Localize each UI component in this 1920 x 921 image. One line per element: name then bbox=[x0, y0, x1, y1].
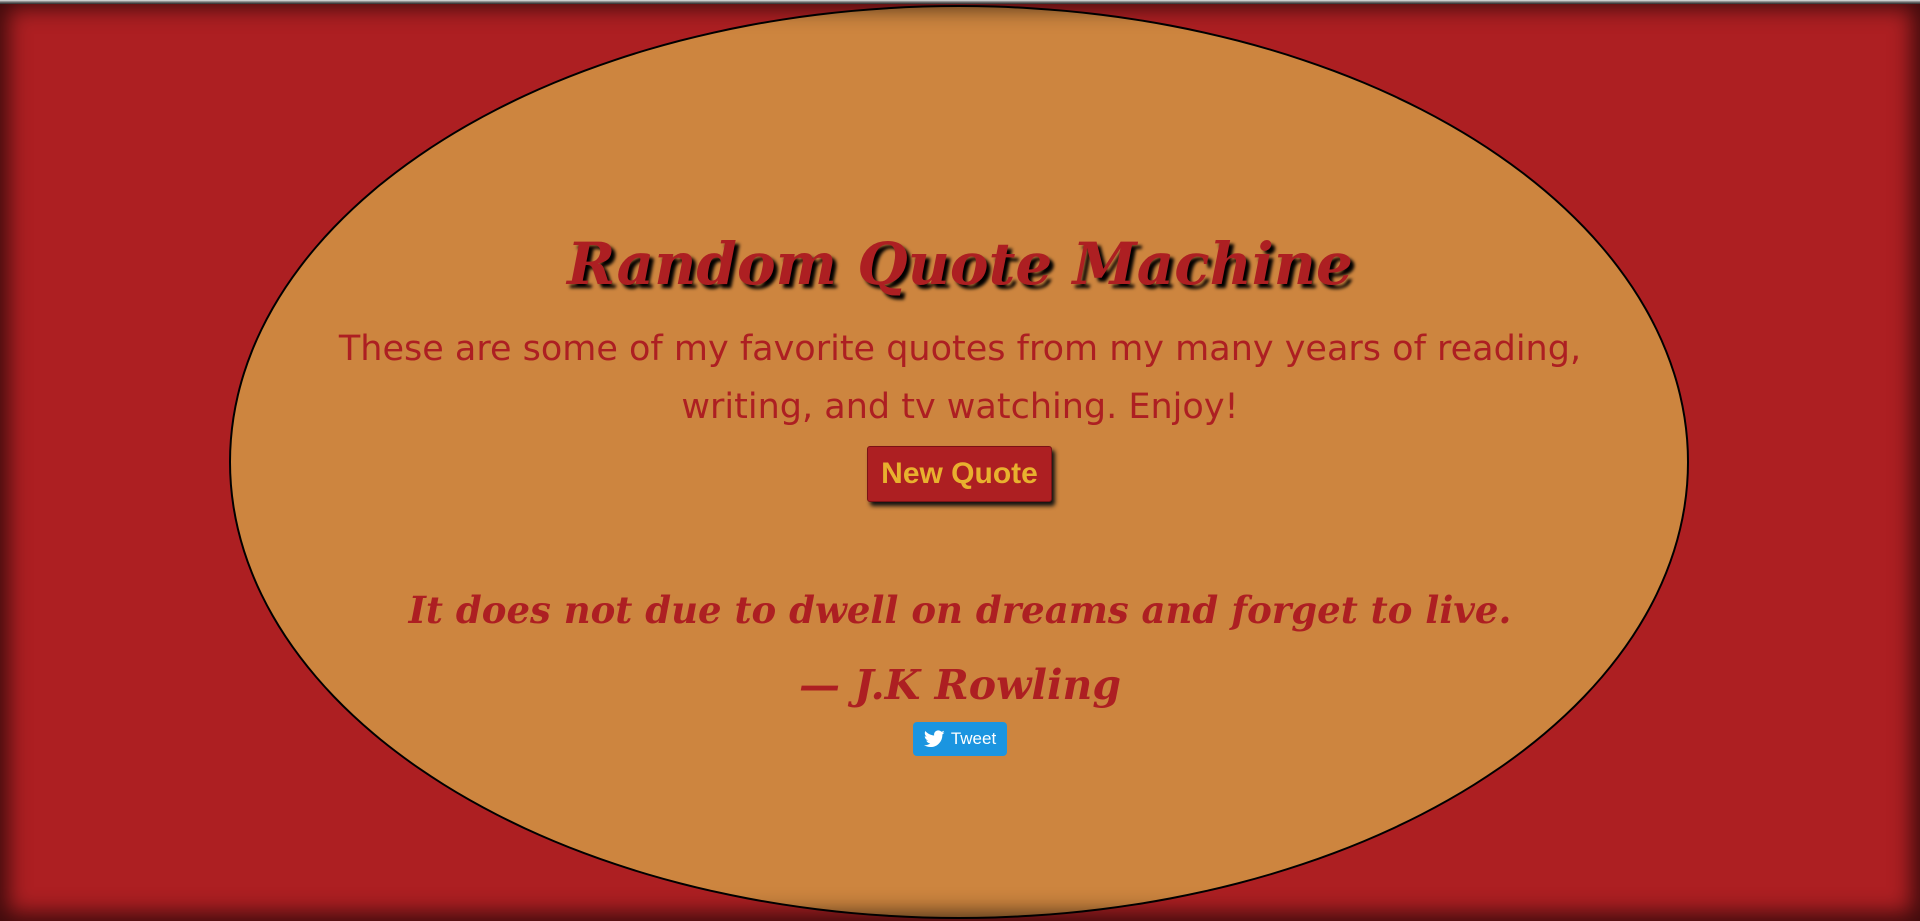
page-subtitle: These are some of my favorite quotes fro… bbox=[338, 329, 1582, 427]
tweet-button[interactable]: Tweet bbox=[913, 722, 1007, 756]
window-top-edge bbox=[0, 0, 1920, 4]
quote-author: — J.K Rowling bbox=[798, 661, 1121, 709]
new-quote-button[interactable]: New Quote bbox=[867, 446, 1052, 502]
tweet-label: Tweet bbox=[950, 729, 997, 748]
twitter-bird-icon bbox=[923, 730, 945, 748]
quote-text: It does not due to dwell on dreams and f… bbox=[408, 588, 1512, 632]
page-title: Random Quote Machine bbox=[567, 230, 1353, 298]
